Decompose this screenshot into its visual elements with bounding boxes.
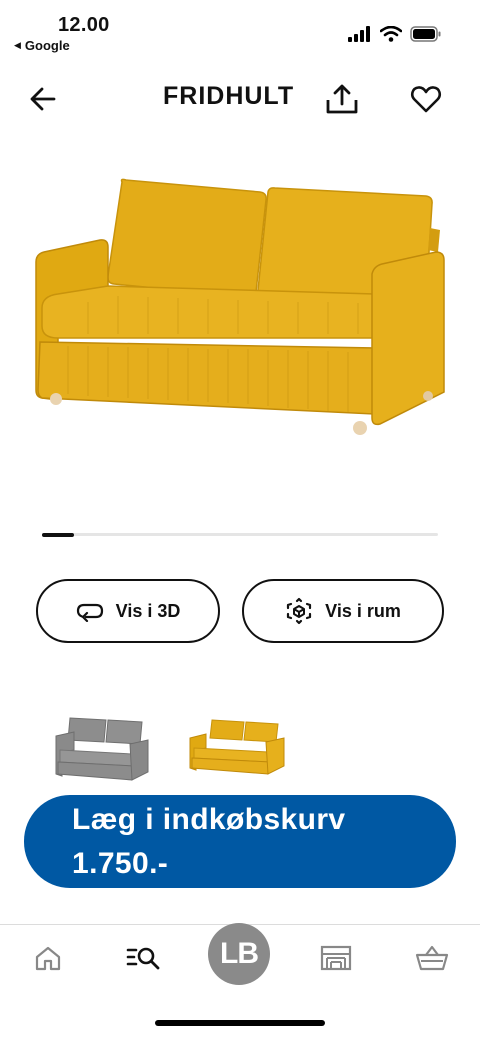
back-app-label: Google (24, 38, 70, 53)
tab-profile[interactable]: LB (208, 923, 270, 985)
wifi-icon (380, 26, 402, 42)
back-arrow-icon[interactable] (28, 84, 58, 114)
view-3d-button[interactable]: Vis i 3D (36, 579, 220, 643)
product-image[interactable] (28, 170, 452, 450)
back-to-app-link[interactable]: ◀ Google (14, 38, 70, 53)
carousel-position (42, 532, 74, 537)
store-icon (320, 945, 352, 971)
view-in-room-label: Vis i rum (325, 600, 401, 621)
tab-basket[interactable] (410, 930, 454, 986)
tab-home[interactable] (26, 930, 70, 986)
ar-cube-icon (287, 597, 312, 625)
add-to-cart-button[interactable]: Læg i indkøbskurv 1.750.- (24, 795, 456, 888)
heart-icon[interactable] (410, 84, 442, 114)
page-title: FRIDHULT (163, 82, 295, 110)
variant-grey-sofa[interactable] (44, 700, 154, 790)
view-in-room-button[interactable]: Vis i rum (242, 579, 444, 643)
tab-store[interactable] (314, 930, 358, 986)
add-to-cart-label: Læg i indkøbskurv (72, 803, 346, 836)
view-3d-label: Vis i 3D (115, 600, 181, 621)
back-triangle-icon: ◀ (14, 40, 21, 50)
status-time: 12.00 (58, 14, 110, 36)
basket-icon (415, 945, 449, 971)
home-icon (35, 946, 61, 971)
product-header: FRIDHULT (0, 76, 480, 122)
status-bar: 12.00 ◀ Google (0, 0, 480, 60)
rotate-3d-icon (76, 603, 103, 622)
variant-yellow-sofa[interactable] (180, 700, 290, 790)
tab-search[interactable] (120, 930, 168, 986)
signal-icon (348, 26, 370, 42)
search-icon (126, 947, 160, 970)
share-icon[interactable] (324, 82, 360, 116)
battery-icon (410, 26, 441, 42)
product-price: 1.750.- (72, 847, 169, 880)
avatar: LB (208, 923, 270, 985)
status-icons (348, 26, 442, 42)
home-indicator[interactable] (155, 1020, 325, 1026)
image-carousel-indicator[interactable] (42, 532, 438, 537)
